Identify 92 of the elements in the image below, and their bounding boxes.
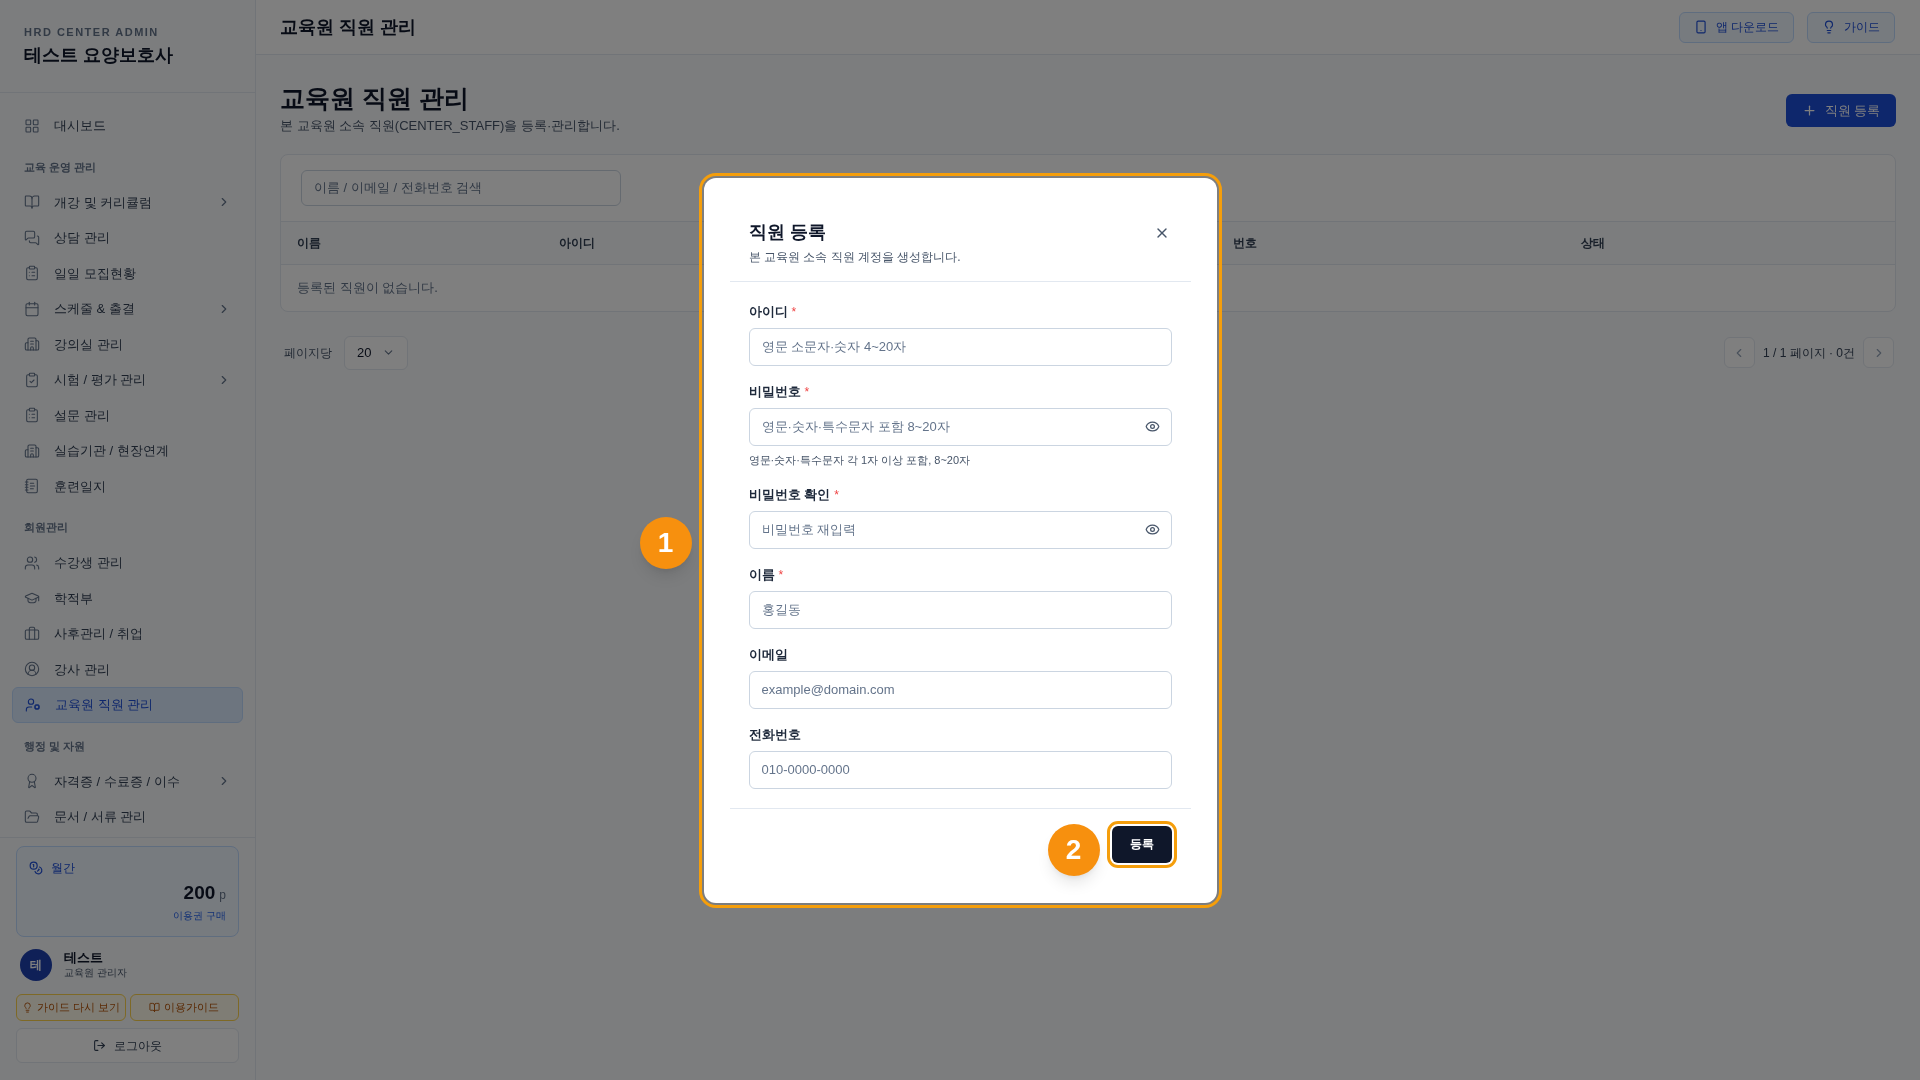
menu-icon [24, 300, 40, 317]
section-heading: 교육 운영 관리 [24, 159, 97, 175]
field-hint: 영문·숫자·특수문자 각 1자 이상 포함, 8~20자 [748, 452, 972, 468]
empty-message: 등록된 직원이 없습니다. [297, 278, 438, 297]
lightbulb-icon [1822, 20, 1836, 34]
sidebar-item[interactable]: 개강 및 커리큘럼 [12, 184, 243, 220]
page-title: 교육원 직원 관리 [280, 83, 470, 114]
per-page-label: 페이지당 [284, 344, 332, 362]
add-staff-button[interactable]: 직원 등록 [1786, 94, 1896, 127]
required-mark: * [791, 303, 797, 321]
input-field[interactable]: 영문·숫자·특수문자 포함 8~20자 [748, 407, 1172, 446]
sidebar-item[interactable]: 사후관리 / 취업 [12, 616, 243, 652]
credit-unit: p [219, 887, 226, 904]
field-label: 전화번호 [748, 725, 801, 744]
header-title: 교육원 직원 관리 [280, 15, 416, 39]
menu-icon [24, 773, 40, 790]
sidebar-item[interactable]: 일일 모집현황 [12, 255, 243, 291]
sidebar-item[interactable]: 실습기관 / 현장연계 [12, 433, 243, 469]
lightbulb-icon [21, 1002, 33, 1013]
field-label: 비밀번호 [748, 382, 801, 401]
column-header: 번호 [1233, 234, 1257, 252]
sidebar-item[interactable]: 강사 관리 [12, 651, 243, 687]
menu-icon [25, 696, 41, 713]
menu-icon [24, 554, 40, 571]
field-label: 이름 [748, 565, 775, 584]
input-field[interactable]: 010-0000-0000 [748, 750, 1172, 789]
input-field[interactable]: 영문 소문자·숫자 4~20자 [748, 327, 1172, 366]
menu-icon [24, 407, 40, 424]
menu-icon [24, 194, 40, 211]
sidebar-item[interactable]: 강의실 관리 [12, 326, 243, 362]
menu-icon [24, 371, 40, 388]
brand-label: HRD CENTER ADMIN [24, 25, 160, 39]
input-field[interactable]: 홍길동 [748, 590, 1172, 629]
menu-icon [24, 229, 40, 246]
menu-icon [24, 336, 40, 353]
page-summary: 1 / 1 페이지 · 0건 [1762, 344, 1855, 362]
coins-icon [29, 861, 43, 875]
sidebar-item[interactable]: 상담 관리 [12, 220, 243, 256]
sidebar-item[interactable]: 훈련일지 [12, 468, 243, 504]
guide-button[interactable]: 이용가이드 [129, 994, 239, 1021]
section-heading: 회원관리 [24, 520, 68, 536]
required-mark: * [834, 486, 839, 504]
sidebar-item[interactable]: 대시보드 [12, 108, 243, 144]
purchase-link[interactable]: 이용권 구매 [173, 907, 226, 923]
eye-icon[interactable] [1144, 418, 1160, 434]
field-label: 이메일 [748, 645, 788, 664]
menu-icon [24, 625, 40, 642]
sidebar-item[interactable]: 문서 / 서류 관리 [12, 799, 243, 835]
guide-button[interactable]: 가이드 다시 보기 [16, 994, 126, 1021]
step-badge: 2 [1047, 823, 1100, 876]
sidebar-item[interactable]: 수강생 관리 [12, 545, 243, 581]
field-label: 비밀번호 확인 [748, 485, 831, 504]
sidebar-item[interactable]: 학적부 [12, 580, 243, 616]
phone-icon [1693, 20, 1708, 34]
field-label: 아이디 [748, 302, 788, 321]
search-field[interactable]: 이름 / 이메일 / 전화번호 검색 [301, 169, 621, 206]
required-mark: * [804, 383, 810, 401]
sidebar-item[interactable]: 자격증 / 수료증 / 이수 [12, 763, 243, 799]
header-button[interactable]: 앱 다운로드 [1678, 11, 1794, 43]
app-title: 테스트 요양보호사 [24, 44, 174, 67]
credit-label: 월간 [51, 860, 75, 877]
column-header: 아이디 [559, 234, 595, 252]
header-button[interactable]: 가이드 [1807, 11, 1895, 43]
user-role: 교육원 관리자 [64, 966, 127, 980]
required-mark: * [778, 566, 784, 584]
page-subtitle: 본 교육원 소속 직원(CENTER_STAFF)을 등록·관리합니다. [280, 117, 620, 135]
dialog-description: 본 교육원 소속 직원 계정을 생성합니다. [748, 248, 961, 266]
logout-button[interactable]: 로그아웃 [16, 1028, 239, 1063]
dialog-title: 직원 등록 [748, 220, 827, 244]
credit-amount: 200 [183, 881, 216, 905]
menu-icon [24, 117, 40, 134]
sidebar-item[interactable]: 시험 / 평가 관리 [12, 362, 243, 398]
user-avatar: 테 [20, 949, 52, 981]
section-heading: 행정 및 자원 [24, 738, 86, 754]
sidebar-item[interactable]: 교육원 직원 관리 [12, 687, 243, 723]
menu-icon [24, 808, 40, 825]
book-icon [149, 1002, 161, 1013]
column-header: 이름 [297, 234, 321, 252]
sidebar-item[interactable]: 설문 관리 [12, 397, 243, 433]
user-name: 테스트 [64, 950, 104, 966]
column-header: 상태 [1581, 234, 1605, 252]
menu-icon [24, 661, 40, 678]
menu-icon [24, 265, 40, 282]
input-field[interactable]: 비밀번호 재입력 [748, 510, 1172, 549]
plus-icon [1801, 103, 1817, 118]
menu-icon [24, 442, 40, 459]
eye-icon[interactable] [1144, 521, 1160, 537]
logout-icon [93, 1039, 106, 1052]
sidebar-item[interactable]: 스케줄 & 출결 [12, 291, 243, 327]
menu-icon [24, 478, 40, 495]
input-field[interactable]: example@domain.com [748, 670, 1172, 709]
per-page-select[interactable]: 20 [344, 335, 408, 370]
